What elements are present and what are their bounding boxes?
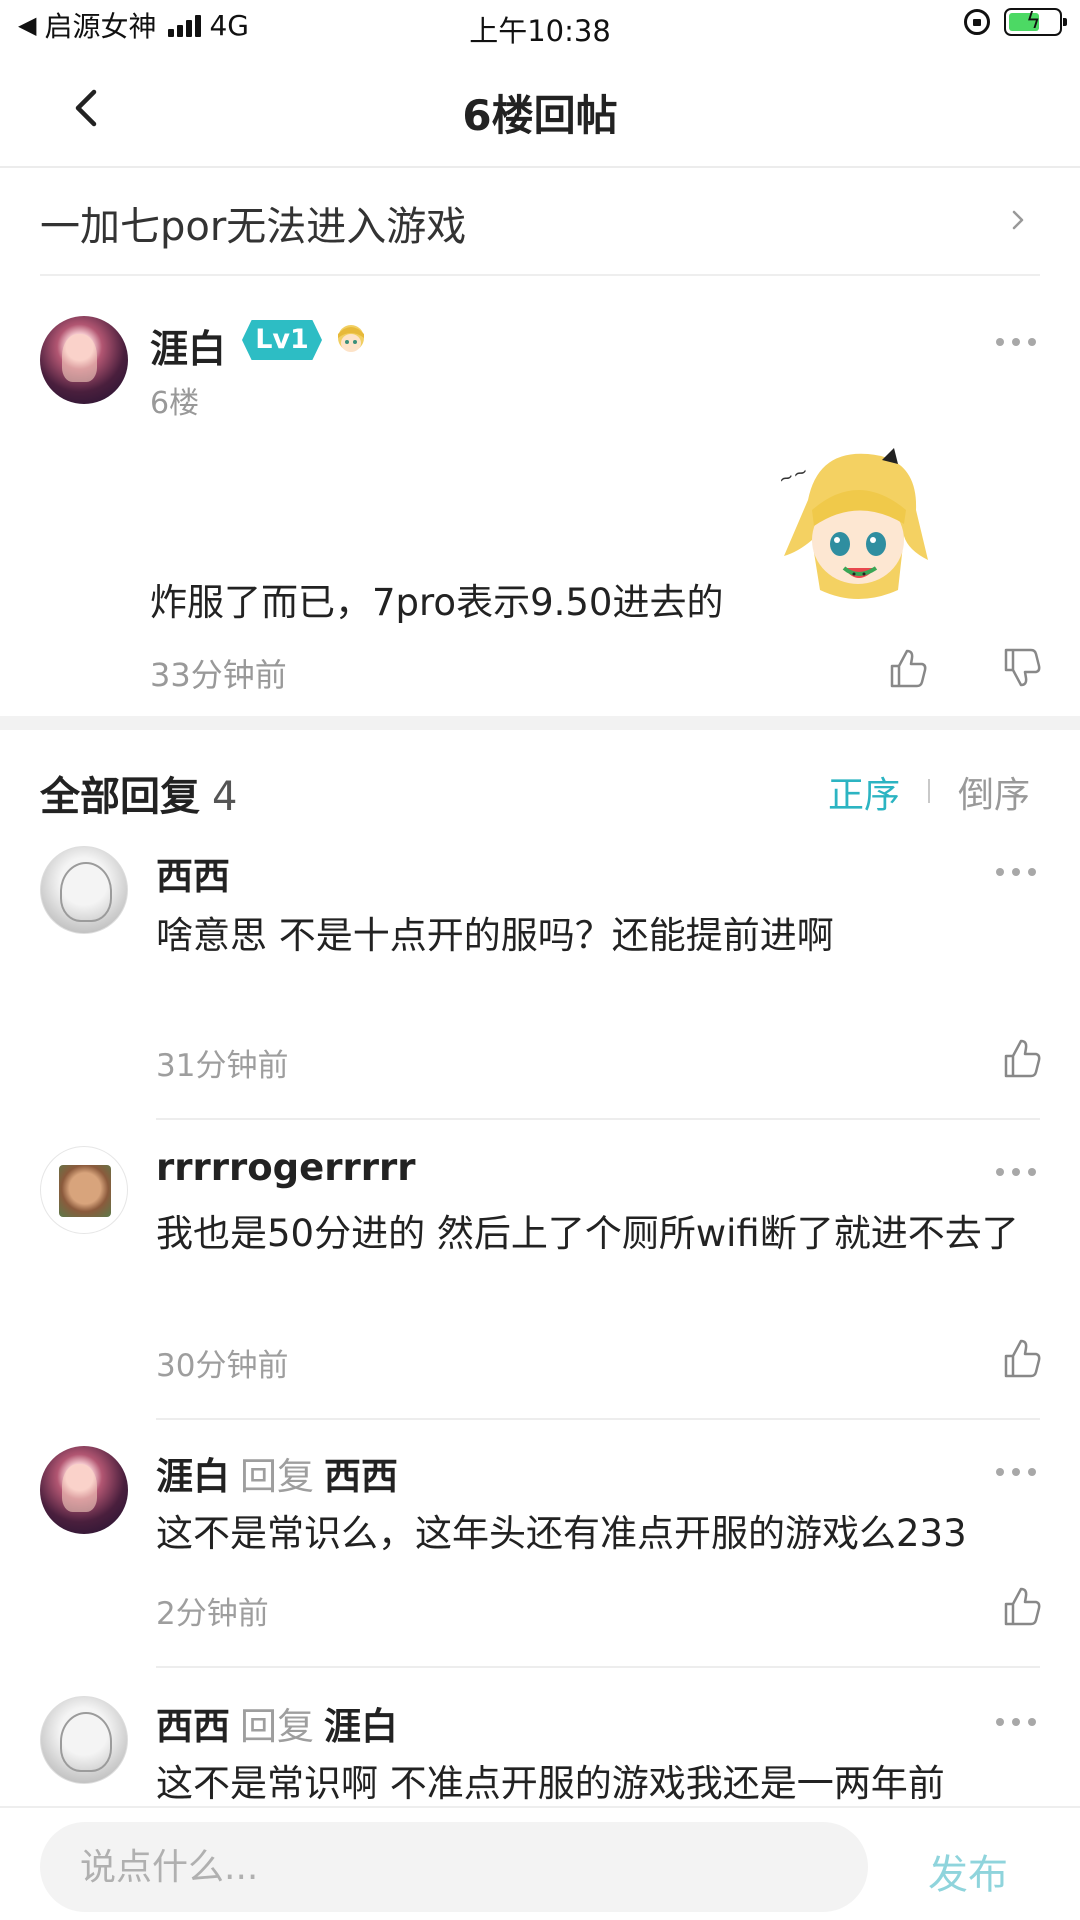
sort-descending-tab[interactable]: 倒序 (958, 766, 1030, 818)
reply-divider (156, 1418, 1040, 1420)
like-icon[interactable] (886, 646, 930, 690)
reply-content: 这不是常识么，这年头还有准点开服的游戏么233 (156, 1512, 967, 1555)
more-icon[interactable] (996, 1716, 1036, 1728)
dislike-icon[interactable] (1000, 646, 1044, 690)
thread-title: 一加七por无法进入游戏 (40, 204, 467, 250)
sticker-image: ~~ (778, 448, 928, 599)
rotation-lock-icon (964, 9, 990, 35)
more-icon[interactable] (996, 336, 1036, 348)
like-icon[interactable] (1000, 1036, 1044, 1080)
post-time: 33分钟前 (150, 656, 287, 694)
status-right: ϟ (964, 8, 1067, 36)
fan-badge-icon (338, 325, 364, 352)
level-badge: Lv1 (242, 320, 322, 360)
more-icon[interactable] (996, 1466, 1036, 1478)
reply-author[interactable]: 涯白 (156, 1455, 230, 1498)
section-divider (0, 716, 1080, 730)
svg-text:~~: ~~ (778, 461, 811, 491)
more-icon[interactable] (996, 866, 1036, 878)
reply-content: 这不是常识啊 不准点开服的游戏我还是一两年前 (156, 1762, 945, 1805)
status-time: 上午10:38 (469, 14, 611, 48)
avatar[interactable] (40, 1696, 128, 1784)
avatar[interactable] (40, 1146, 128, 1234)
chevron-right-icon (1012, 210, 1024, 230)
like-icon[interactable] (1000, 1584, 1044, 1628)
post-content: 炸服了而已，7pro表示9.50进去的 (150, 581, 724, 624)
page-title: 6楼回帖 (462, 91, 618, 140)
publish-button[interactable]: 发布 (928, 1842, 1008, 1900)
reply-author-line: 西西 回复 涯白 (156, 1696, 398, 1750)
reply-author-line: 涯白 回复 西西 (156, 1446, 398, 1500)
reply-word: 回复 (240, 1455, 314, 1498)
reply-divider (156, 1118, 1040, 1120)
reply-author[interactable]: 西西 (156, 1705, 230, 1748)
reply-content: 我也是50分进的 然后上了个厕所wifi断了就进不去了 (156, 1212, 1019, 1255)
reply-author[interactable]: rrrrrogerrrrr (156, 1146, 415, 1189)
replies-header: 全部回复 4 (40, 764, 237, 822)
sort-ascending-tab[interactable]: 正序 (828, 766, 900, 818)
avatar[interactable] (40, 846, 128, 934)
reply-to-user[interactable]: 西西 (324, 1455, 398, 1498)
reply-content: 啥意思 不是十点开的服吗？还能提前进啊 (156, 914, 834, 957)
post-floor: 6楼 (150, 386, 200, 421)
reply-to-user[interactable]: 涯白 (324, 1705, 398, 1748)
replies-title: 全部回复 (40, 774, 200, 820)
avatar[interactable] (40, 316, 128, 404)
reply-author[interactable]: 西西 (156, 846, 230, 900)
post-author[interactable]: 涯白 (150, 318, 226, 373)
avatar[interactable] (40, 1446, 128, 1534)
comment-bar: 发布 (0, 1806, 1080, 1920)
reply-divider (156, 1666, 1040, 1668)
nav-bar: 6楼回帖 (0, 50, 1080, 168)
reply-time: 2分钟前 (156, 1596, 269, 1632)
reply-time: 31分钟前 (156, 1048, 289, 1084)
replies-count: 4 (212, 774, 238, 820)
reply-word: 回复 (240, 1705, 314, 1748)
reply-time: 30分钟前 (156, 1348, 289, 1384)
battery-icon: ϟ (1004, 8, 1067, 36)
status-bar: ◀ 启源女神 4G 上午10:38 ϟ (0, 0, 1080, 50)
thread-link[interactable]: 一加七por无法进入游戏 (40, 170, 1040, 276)
like-icon[interactable] (1000, 1336, 1044, 1380)
comment-input[interactable] (40, 1822, 868, 1912)
more-icon[interactable] (996, 1166, 1036, 1178)
sort-separator (928, 779, 930, 803)
